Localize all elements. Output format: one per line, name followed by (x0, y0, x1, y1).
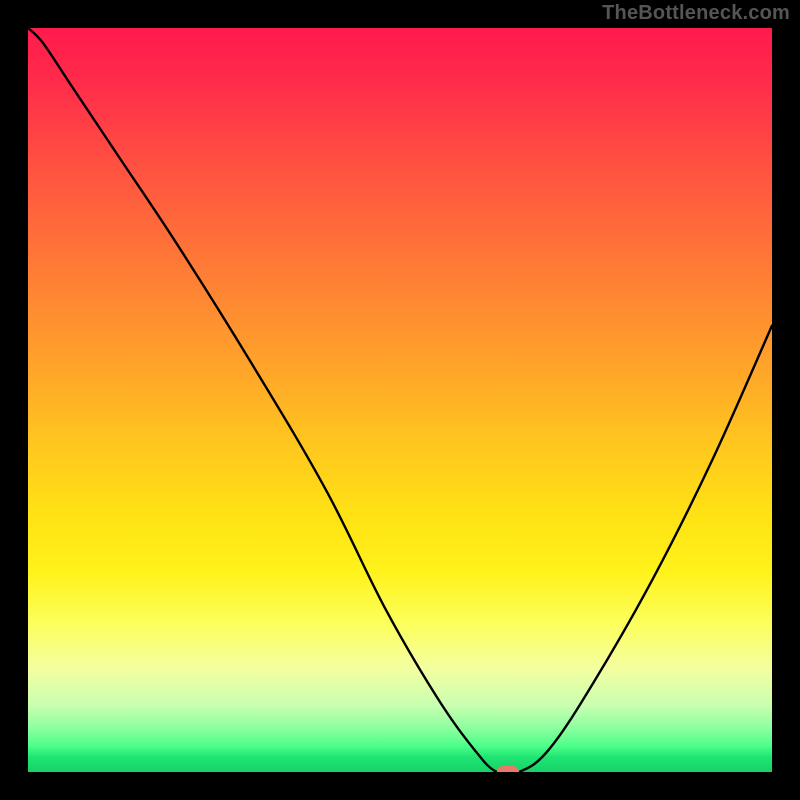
bottleneck-curve-path (28, 28, 772, 772)
plot-area (28, 28, 772, 772)
watermark-text: TheBottleneck.com (602, 2, 790, 25)
optimal-marker (497, 766, 519, 772)
curve-svg (28, 28, 772, 772)
chart-frame: TheBottleneck.com (0, 0, 800, 800)
